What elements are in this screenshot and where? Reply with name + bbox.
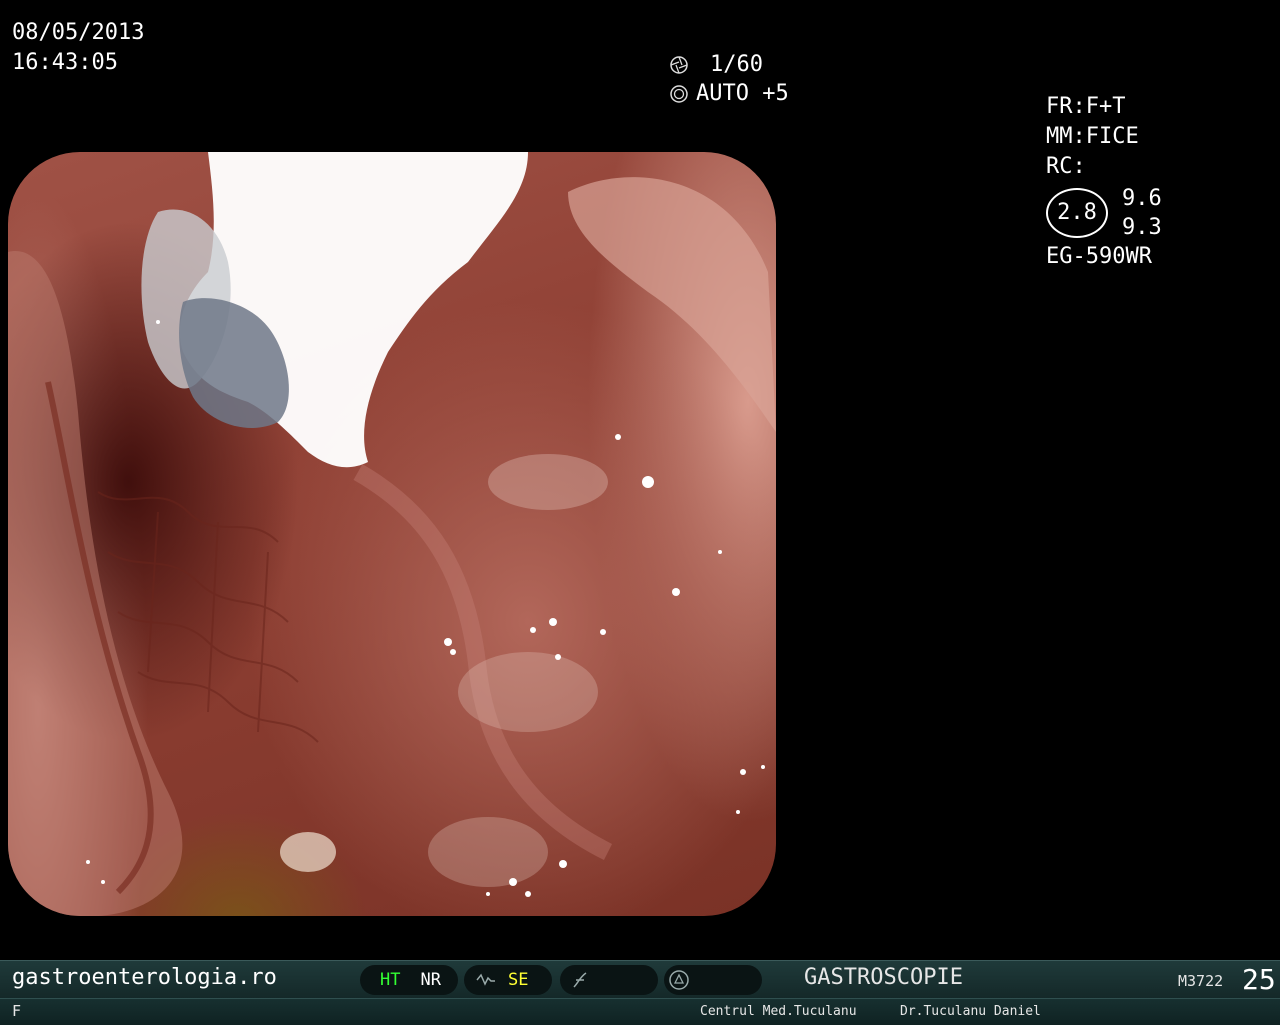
value-top: 9.6 [1122,186,1162,211]
iris-icon [670,84,688,103]
endoscopic-image [8,152,776,916]
exposure-value: AUTO +5 [696,80,789,106]
f-label: F [12,1002,22,1020]
website-label: gastroenterologia.ro [12,965,277,990]
status-bar: gastroenterologia.ro HT NR SE GASTROSCOP… [0,960,1280,999]
capture-icon [669,970,689,990]
se-indicator: SE [464,965,552,995]
se-label: SE [508,970,529,990]
settings-panel: FR:F+T MM:FICE RC: 2.8 9.6 9.3 EG-590WR [1046,92,1162,272]
freeze-icon [573,972,587,988]
doctor-name: Dr.Tuculanu Daniel [900,1004,1041,1019]
info-bar: F Centrul Med.Tuculanu Dr.Tuculanu Danie… [0,998,1280,1025]
ht-label: HT [380,970,401,990]
mm-setting: MM:FICE [1046,124,1139,149]
time-text: 16:43:05 [12,50,118,75]
ht-nr-indicator: HT NR [360,965,458,995]
image-number: 25 [1242,963,1276,996]
freeze-indicator [560,965,658,995]
nr-label: NR [420,970,441,990]
shutter-icon [670,55,688,74]
wave-icon [476,973,495,986]
shutter-value: 1/60 [710,51,763,77]
scope-model: EG-590WR [1046,244,1152,269]
rc-setting: RC: [1046,154,1086,179]
clinic-name: Centrul Med.Tuculanu [700,1004,857,1019]
capture-indicator [664,965,762,995]
rc-value-badge: 2.8 [1046,188,1108,238]
date-text: 08/05/2013 [12,20,145,45]
procedure-label: GASTROSCOPIE [804,965,963,990]
endoscopic-view [8,152,776,916]
exposure-panel: 1/60 AUTO +5 [668,50,789,108]
value-bottom: 9.3 [1122,215,1162,240]
patient-code: M3722 [1178,972,1224,990]
fr-setting: FR:F+T [1046,94,1126,119]
datetime-display: 08/05/2013 16:43:05 [12,18,144,78]
